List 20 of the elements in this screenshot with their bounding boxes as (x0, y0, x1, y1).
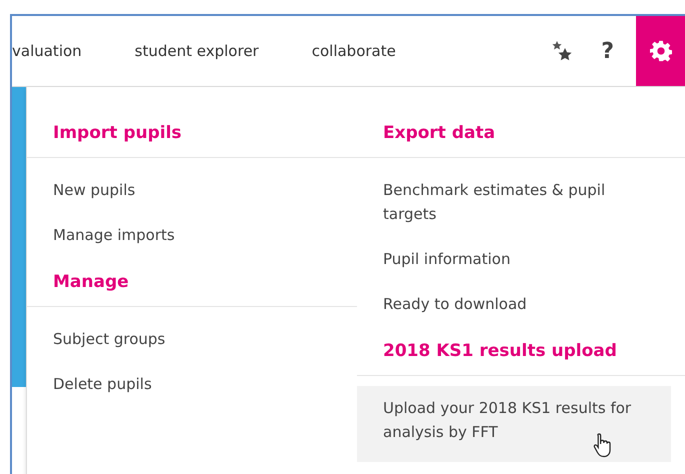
settings-button[interactable] (636, 16, 685, 86)
menu-item[interactable]: New pupils (27, 168, 357, 213)
menu-item[interactable]: Subject groups (27, 317, 357, 362)
help-button[interactable]: ? (601, 38, 614, 64)
stars-icon[interactable] (551, 40, 574, 62)
nav-link[interactable]: student explorer (134, 42, 259, 60)
section-heading: Import pupils (52, 122, 183, 145)
menu-item[interactable]: Ready to download (357, 282, 685, 327)
section-heading: Export data (382, 122, 496, 145)
menu-item[interactable]: Manage imports (27, 213, 357, 258)
gear-icon (650, 40, 672, 62)
menu-item[interactable]: Benchmark estimates & pupil targets (357, 168, 685, 237)
section-heading: Manage (52, 271, 130, 294)
menu-item[interactable]: Delete pupils (27, 362, 357, 407)
menu-item[interactable]: Pupil information (357, 237, 685, 282)
nav-link[interactable]: collaborate (312, 42, 396, 60)
nav-link[interactable]: valuation (12, 42, 82, 60)
section-heading: 2018 KS1 results upload (382, 340, 618, 363)
menu-item[interactable]: Upload your 2018 KS1 results for analysis by FFT (357, 386, 671, 462)
hand-cursor-icon (593, 432, 613, 458)
